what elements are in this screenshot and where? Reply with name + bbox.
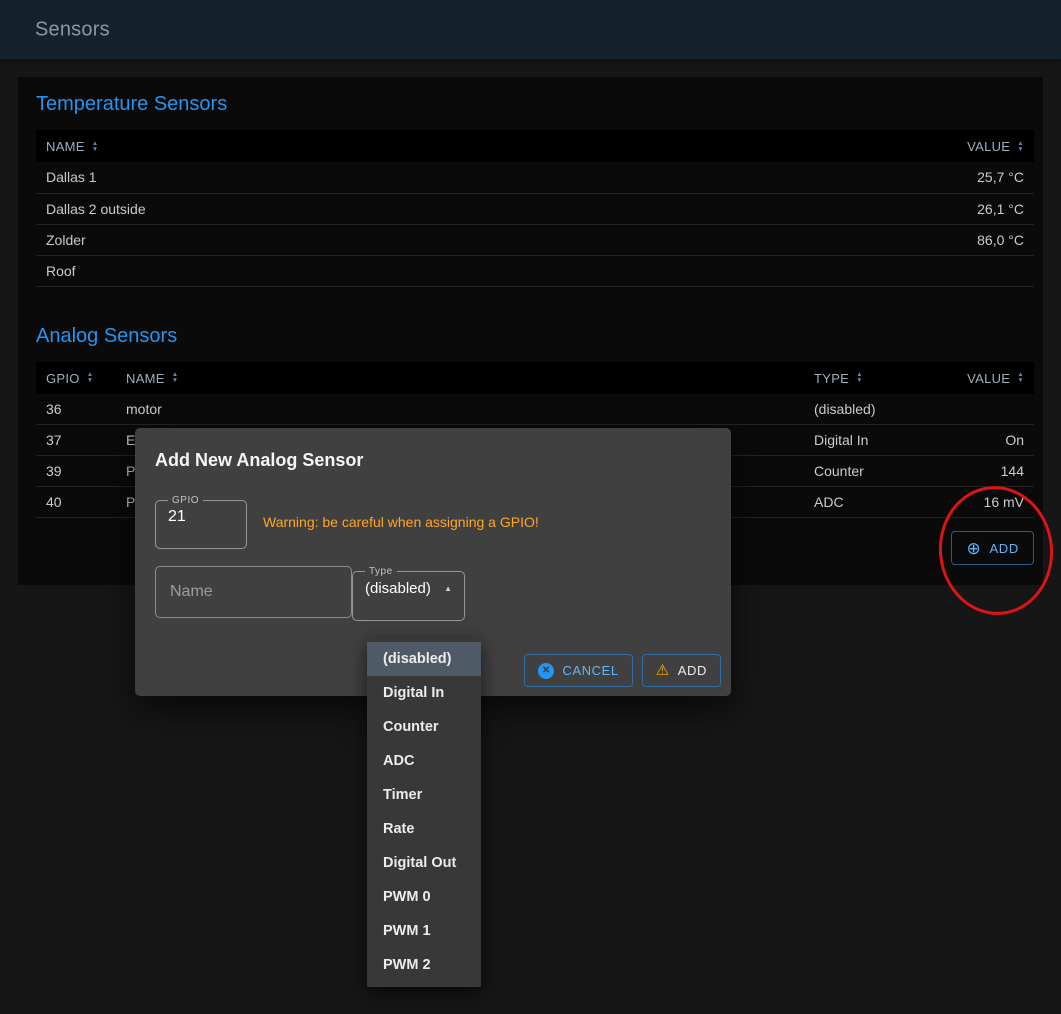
dropdown-option[interactable]: Rate bbox=[367, 812, 481, 846]
dialog-add-button[interactable]: ⚠ ADD bbox=[642, 654, 721, 687]
temperature-table-body: Dallas 125,7 °CDallas 2 outside26,1 °CZo… bbox=[36, 162, 1034, 286]
sort-icon: ▲▼ bbox=[172, 372, 179, 384]
table-row: Zolder86,0 °C bbox=[36, 224, 1034, 255]
dropdown-option[interactable]: ADC bbox=[367, 744, 481, 778]
table-cell: Zolder bbox=[36, 224, 914, 255]
dialog-footer: ✕ CANCEL ⚠ ADD bbox=[524, 654, 721, 687]
column-label: GPIO bbox=[46, 371, 80, 386]
column-header-type[interactable]: TYPE ▲▼ bbox=[804, 362, 939, 394]
cancel-button-label: CANCEL bbox=[562, 663, 618, 678]
name-input[interactable] bbox=[155, 566, 352, 618]
gpio-field-label: GPIO bbox=[168, 495, 203, 506]
caret-up-icon: ▲ bbox=[444, 584, 452, 593]
table-cell: Digital In bbox=[804, 425, 939, 456]
table-row: 36motor(disabled) bbox=[36, 394, 1034, 425]
dropdown-option[interactable]: Digital In bbox=[367, 676, 481, 710]
add-circle-icon: ⊕ bbox=[966, 540, 981, 557]
table-cell: 36 bbox=[36, 394, 116, 425]
table-cell: Dallas 2 outside bbox=[36, 193, 914, 224]
column-label: VALUE bbox=[967, 139, 1010, 154]
column-label: VALUE bbox=[967, 371, 1010, 386]
table-cell: Roof bbox=[36, 255, 914, 286]
dropdown-option[interactable]: Digital Out bbox=[367, 846, 481, 880]
table-cell: On bbox=[939, 425, 1034, 456]
dropdown-option[interactable]: Counter bbox=[367, 710, 481, 744]
table-cell: 39 bbox=[36, 456, 116, 487]
dropdown-option[interactable]: Timer bbox=[367, 778, 481, 812]
gpio-warning-text: Warning: be careful when assigning a GPI… bbox=[263, 514, 539, 530]
column-label: NAME bbox=[126, 371, 165, 386]
table-cell bbox=[939, 394, 1034, 425]
dialog-title: Add New Analog Sensor bbox=[155, 428, 711, 471]
temperature-section-title: Temperature Sensors bbox=[36, 93, 1034, 116]
table-cell: (disabled) bbox=[804, 394, 939, 425]
sort-icon: ▲▼ bbox=[92, 141, 99, 153]
type-select-label: Type bbox=[365, 566, 397, 577]
add-analog-sensor-button[interactable]: ⊕ ADD bbox=[951, 531, 1034, 565]
type-select-value: (disabled) bbox=[365, 580, 431, 597]
dialog-add-button-label: ADD bbox=[678, 663, 707, 678]
table-cell: 26,1 °C bbox=[914, 193, 1034, 224]
cancel-button[interactable]: ✕ CANCEL bbox=[524, 654, 632, 687]
table-cell: 144 bbox=[939, 456, 1034, 487]
table-row: Roof bbox=[36, 255, 1034, 286]
column-header-gpio[interactable]: GPIO ▲▼ bbox=[36, 362, 116, 394]
table-cell: Dallas 1 bbox=[36, 162, 914, 193]
analog-section-title: Analog Sensors bbox=[36, 325, 1034, 348]
gpio-field[interactable]: GPIO bbox=[155, 495, 247, 549]
sort-icon: ▲▼ bbox=[856, 372, 863, 384]
sort-icon: ▲▼ bbox=[1017, 141, 1024, 153]
table-cell: 37 bbox=[36, 425, 116, 456]
type-select[interactable]: Type (disabled) ▲ bbox=[352, 566, 465, 621]
table-cell: 40 bbox=[36, 487, 116, 518]
dropdown-option[interactable]: (disabled) bbox=[367, 642, 481, 676]
table-cell: Counter bbox=[804, 456, 939, 487]
warning-triangle-icon: ⚠ bbox=[656, 663, 670, 678]
add-button-label: ADD bbox=[989, 541, 1019, 556]
table-row: Dallas 125,7 °C bbox=[36, 162, 1034, 193]
dropdown-option[interactable]: PWM 2 bbox=[367, 948, 481, 982]
column-label: NAME bbox=[46, 139, 85, 154]
table-cell: motor bbox=[116, 394, 804, 425]
sort-icon: ▲▼ bbox=[1017, 372, 1024, 384]
dropdown-option[interactable]: PWM 0 bbox=[367, 880, 481, 914]
cancel-icon: ✕ bbox=[538, 663, 554, 679]
table-cell: 25,7 °C bbox=[914, 162, 1034, 193]
top-bar: Sensors bbox=[0, 0, 1061, 59]
gpio-input[interactable] bbox=[168, 506, 234, 526]
table-row: Dallas 2 outside26,1 °C bbox=[36, 193, 1034, 224]
page-title: Sensors bbox=[35, 18, 110, 41]
column-header-value[interactable]: VALUE ▲▼ bbox=[939, 362, 1034, 394]
column-header-name[interactable]: NAME ▲▼ bbox=[116, 362, 804, 394]
table-header-row: NAME ▲▼ VALUE ▲▼ bbox=[36, 130, 1034, 162]
type-dropdown: (disabled)Digital InCounterADCTimerRateD… bbox=[367, 637, 481, 987]
column-header-name[interactable]: NAME ▲▼ bbox=[36, 130, 914, 162]
table-header-row: GPIO ▲▼ NAME ▲▼ TYPE ▲▼ bbox=[36, 362, 1034, 394]
table-cell: ADC bbox=[804, 487, 939, 518]
sort-icon: ▲▼ bbox=[87, 372, 94, 384]
table-cell bbox=[914, 255, 1034, 286]
temperature-table: NAME ▲▼ VALUE ▲▼ Dallas 125,7 °CDallas 2… bbox=[36, 130, 1034, 287]
column-header-value[interactable]: VALUE ▲▼ bbox=[914, 130, 1034, 162]
column-label: TYPE bbox=[814, 371, 849, 386]
dropdown-option[interactable]: PWM 1 bbox=[367, 914, 481, 948]
table-cell: 86,0 °C bbox=[914, 224, 1034, 255]
table-cell: 16 mV bbox=[939, 487, 1034, 518]
